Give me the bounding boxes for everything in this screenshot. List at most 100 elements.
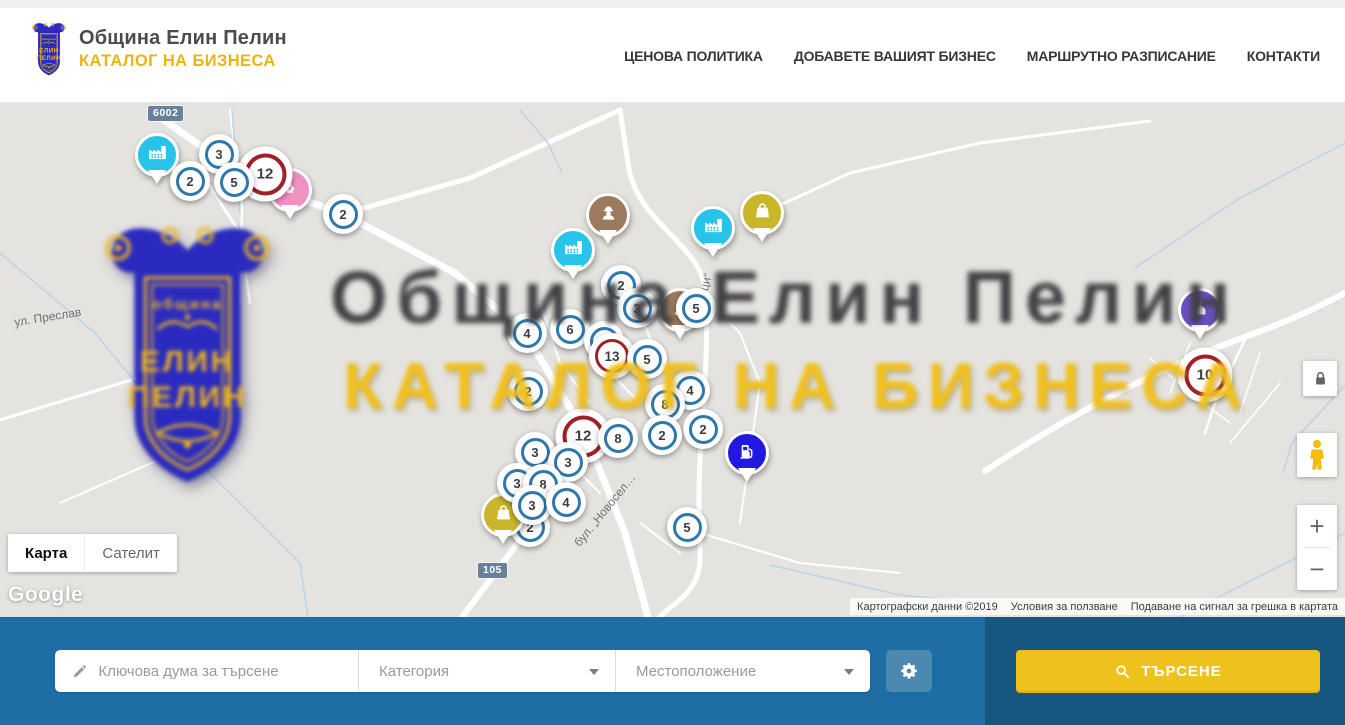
cluster-count: 6 [556,315,585,344]
cluster-count: 2 [329,200,358,229]
map-pin-worker[interactable] [586,193,630,244]
map-cluster[interactable]: 2 [508,371,548,411]
factory-icon [563,237,584,263]
church-icon [1190,297,1211,323]
pin-tail [753,228,771,242]
map-attribution: Картографски данни ©2019 Условия за полз… [850,598,1345,615]
cluster-count: 2 [176,167,205,196]
cluster-count: 2 [689,415,718,444]
site-subtitle: КАТАЛОГ НА БИЗНЕСА [79,52,287,71]
map-pin-bag[interactable] [740,191,784,242]
map-cluster[interactable]: 5 [627,339,667,379]
map-cluster[interactable]: 5 [667,507,707,547]
top-strip [0,0,1345,8]
svg-text:ПЕЛИН: ПЕЛИН [37,55,62,62]
lock-button[interactable] [1303,361,1337,396]
map-cluster[interactable]: 5 [676,288,716,328]
zoom-in-button[interactable]: + [1297,505,1337,547]
category-select-value: Категория [379,663,449,680]
nav-pricing[interactable]: ЦЕНОВА ПОЛИТИКА [624,48,763,64]
logo-text: Община Елин Пелин КАТАЛОГ НА БИЗНЕСА [79,27,287,71]
location-select[interactable]: Местоположение [615,650,870,692]
pegman-icon [1306,439,1328,471]
pin-tail [564,265,582,279]
fuel-icon [736,440,758,467]
pin-tail [738,468,756,482]
zoom-out-button[interactable]: − [1297,548,1337,590]
cluster-count: 2 [514,377,543,406]
search-fields: Категория Местоположение [55,650,870,692]
map-canvas[interactable]: ул. Преслав ци“ бул. „Новосел… 6002 105 … [0,103,1345,617]
site-logo[interactable]: община ЕЛИН ПЕЛИН Община Елин Пелин КАТА… [28,20,287,78]
bag-icon [752,200,773,226]
map-cluster[interactable]: 3 [617,288,657,328]
cluster-count: 3 [518,491,547,520]
map-type-map-button[interactable]: Карта [8,534,84,572]
pin-tail [1191,325,1209,339]
attribution-report-link[interactable]: Подаване на сигнал за грешка в картата [1131,601,1338,613]
nav-contacts[interactable]: КОНТАКТИ [1247,48,1320,64]
category-select[interactable]: Категория [358,650,615,692]
pin-tail [599,230,617,244]
advanced-search-button[interactable] [886,650,932,692]
municipality-emblem-icon: община ЕЛИН ПЕЛИН [28,20,70,78]
map-cluster[interactable]: 4 [546,482,586,522]
map-cluster[interactable]: 2 [642,415,682,455]
map-pin-factory[interactable] [691,206,735,257]
attribution-terms-link[interactable]: Условия за ползване [1011,601,1118,613]
map-cluster[interactable]: 8 [598,418,638,458]
pin-tail [494,530,512,544]
cluster-count: 5 [220,168,249,197]
bag-icon [493,502,514,528]
lock-icon [1311,369,1330,388]
svg-text:община: община [42,37,56,41]
factory-icon [147,142,168,168]
pin-tail [671,325,689,339]
map-cluster[interactable]: 2 [683,409,723,449]
header: община ЕЛИН ПЕЛИН Община Елин Пелин КАТА… [0,8,1345,103]
map-cluster[interactable]: 10 [1178,348,1233,403]
nav-add-business[interactable]: ДОБАВЕТЕ ВАШИЯТ БИЗНЕС [794,48,996,64]
map-type-control: Карта Сателит [8,534,177,572]
search-submit-label: ТЪРСЕНЕ [1141,663,1222,680]
map-cluster[interactable]: 5 [214,162,254,202]
cluster-count: 5 [633,345,662,374]
attribution-copyright: Картографски данни ©2019 [857,601,998,613]
cluster-count: 4 [513,319,542,348]
pencil-icon [72,663,87,680]
map-cluster[interactable]: 4 [507,313,547,353]
worker-icon [598,202,619,228]
pegman-button[interactable] [1297,433,1337,477]
nav-route-schedule[interactable]: МАРШРУТНО РАЗПИСАНИЕ [1027,48,1216,64]
keyword-input[interactable] [98,663,344,680]
location-select-value: Местоположение [636,663,756,680]
search-icon [1114,663,1131,680]
cluster-count: 8 [651,390,680,419]
cluster-count: 5 [682,294,711,323]
pin-tail [148,170,166,184]
chevron-down-icon [844,669,854,675]
map-pin-fuel[interactable] [725,431,769,482]
cluster-count: 5 [673,513,702,542]
main-nav: ЦЕНОВА ПОЛИТИКА ДОБАВЕТЕ ВАШИЯТ БИЗНЕС М… [624,8,1320,103]
cluster-count: 3 [623,294,652,323]
google-logo[interactable]: Google [8,583,83,607]
keyword-field[interactable] [55,650,358,692]
cluster-count: 8 [604,424,633,453]
cluster-count: 3 [521,438,550,467]
site-title: Община Елин Пелин [79,27,287,50]
map-cluster[interactable]: 2 [323,194,363,234]
map-type-satellite-button[interactable]: Сателит [84,534,177,572]
page: община ЕЛИН ПЕЛИН Община Елин Пелин КАТА… [0,0,1345,725]
factory-icon [703,215,724,241]
map-cluster[interactable]: 2 [170,161,210,201]
cluster-count: 13 [595,339,629,373]
chevron-down-icon [589,669,599,675]
map-pin-church[interactable] [1178,288,1222,339]
zoom-control: + − [1297,505,1337,590]
search-bar: Категория Местоположение ТЪРСЕНЕ [0,617,1345,725]
pin-tail [704,243,722,257]
cluster-count: 10 [1184,354,1226,396]
search-submit-button[interactable]: ТЪРСЕНЕ [1016,650,1320,693]
cluster-count: 2 [648,421,677,450]
